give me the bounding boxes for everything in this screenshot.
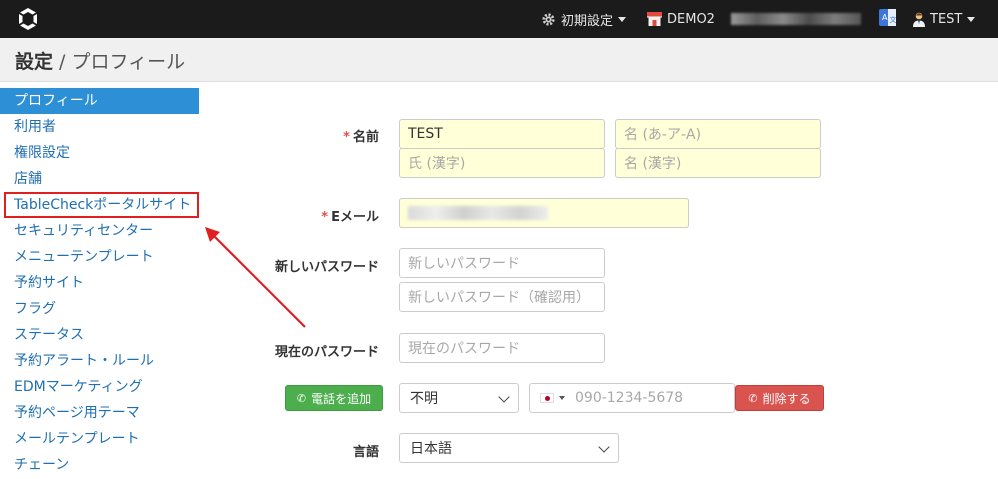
- page-title-sub: プロフィール: [71, 51, 186, 73]
- chevron-down-icon: [598, 441, 610, 453]
- sidebar-item-users[interactable]: 利用者: [0, 114, 199, 140]
- last-name-input[interactable]: TEST: [399, 119, 605, 149]
- page-header: 設定 / プロフィール: [0, 38, 998, 82]
- new-password-input[interactable]: 新しいパスワード: [399, 248, 605, 278]
- email-input[interactable]: [399, 198, 689, 228]
- redacted-email: [408, 206, 548, 220]
- new-password-label: 新しいパスワード: [274, 260, 379, 275]
- gear-icon: [541, 12, 556, 27]
- store-name-label: DEMO2: [667, 11, 715, 27]
- sidebar-item-chains[interactable]: チェーン: [0, 452, 199, 478]
- top-navbar: 初期設定 DEMO2 A文 TEST: [0, 0, 998, 38]
- current-password-label: 現在のパスワード: [274, 345, 379, 360]
- chevron-down-icon: [498, 391, 510, 403]
- page-title-main: 設定: [15, 51, 54, 73]
- phone-number-input[interactable]: 090-1234-5678: [529, 383, 735, 413]
- initial-settings-menu[interactable]: 初期設定: [541, 0, 627, 38]
- chevron-down-icon: [559, 396, 565, 400]
- sidebar-item-booking-alert-rules[interactable]: 予約アラート・ルール: [0, 348, 199, 374]
- translate-icon: A文: [879, 8, 897, 30]
- chevron-down-icon: [967, 16, 976, 22]
- phone-icon: ✆: [296, 391, 307, 405]
- current-password-input[interactable]: 現在のパスワード: [399, 333, 605, 363]
- translate-button[interactable]: A文: [879, 0, 897, 38]
- first-name-kana-input[interactable]: 名 (あ-ア-A): [615, 119, 821, 149]
- add-phone-button[interactable]: ✆ 電話を追加: [285, 385, 383, 411]
- language-label: 言語: [352, 445, 379, 460]
- user-avatar-icon: [913, 12, 925, 27]
- sidebar-item-permissions[interactable]: 権限設定: [0, 140, 199, 166]
- email-label: * Eメール: [321, 210, 379, 225]
- store-icon: [647, 12, 662, 26]
- svg-text:文: 文: [890, 15, 897, 24]
- sidebar-item-tablecheck-portal[interactable]: TableCheckポータルサイト: [4, 192, 199, 218]
- name-label: * 名前: [343, 130, 379, 145]
- svg-text:A: A: [882, 13, 888, 22]
- sidebar-item-security-center[interactable]: セキュリティセンター: [0, 218, 199, 244]
- sidebar-item-booking-sites[interactable]: 予約サイト: [0, 270, 199, 296]
- chevron-down-icon: [618, 16, 627, 22]
- sidebar-item-flags[interactable]: フラグ: [0, 296, 199, 322]
- user-name-label: TEST: [930, 11, 963, 27]
- annotation-arrow-icon: [205, 227, 306, 328]
- sidebar-item-statuses[interactable]: ステータス: [0, 322, 199, 348]
- settings-sidebar: プロフィール 利用者 権限設定 店舗 TableCheckポータルサイト セキュ…: [0, 88, 199, 478]
- last-name-kanji-input[interactable]: 氏 (漢字): [399, 148, 605, 178]
- sidebar-item-profile[interactable]: プロフィール: [0, 88, 199, 114]
- sidebar-item-email-templates[interactable]: メールテンプレート: [0, 426, 199, 452]
- japan-flag-icon[interactable]: [540, 393, 554, 403]
- first-name-kanji-input[interactable]: 名 (漢字): [615, 148, 821, 178]
- sidebar-item-stores[interactable]: 店舗: [0, 166, 199, 192]
- delete-phone-button[interactable]: ✆ 削除する: [735, 385, 824, 411]
- page-title: 設定 / プロフィール: [15, 47, 185, 74]
- new-password-confirm-input[interactable]: 新しいパスワード（確認用）: [399, 282, 605, 312]
- app-logo-icon[interactable]: [16, 7, 40, 31]
- user-menu[interactable]: TEST: [913, 0, 976, 38]
- phone-icon: ✆: [748, 391, 758, 405]
- initial-settings-label: 初期設定: [561, 13, 614, 29]
- sidebar-item-edm-marketing[interactable]: EDMマーケティング: [0, 374, 199, 400]
- redacted-account-info: [731, 0, 861, 38]
- sidebar-item-booking-page-themes[interactable]: 予約ページ用テーマ: [0, 400, 199, 426]
- language-select[interactable]: 日本語: [399, 433, 619, 463]
- sidebar-item-menu-templates[interactable]: メニューテンプレート: [0, 244, 199, 270]
- store-menu[interactable]: DEMO2: [647, 0, 715, 38]
- phone-type-select[interactable]: 不明: [399, 383, 519, 413]
- page-title-separator: /: [53, 51, 72, 73]
